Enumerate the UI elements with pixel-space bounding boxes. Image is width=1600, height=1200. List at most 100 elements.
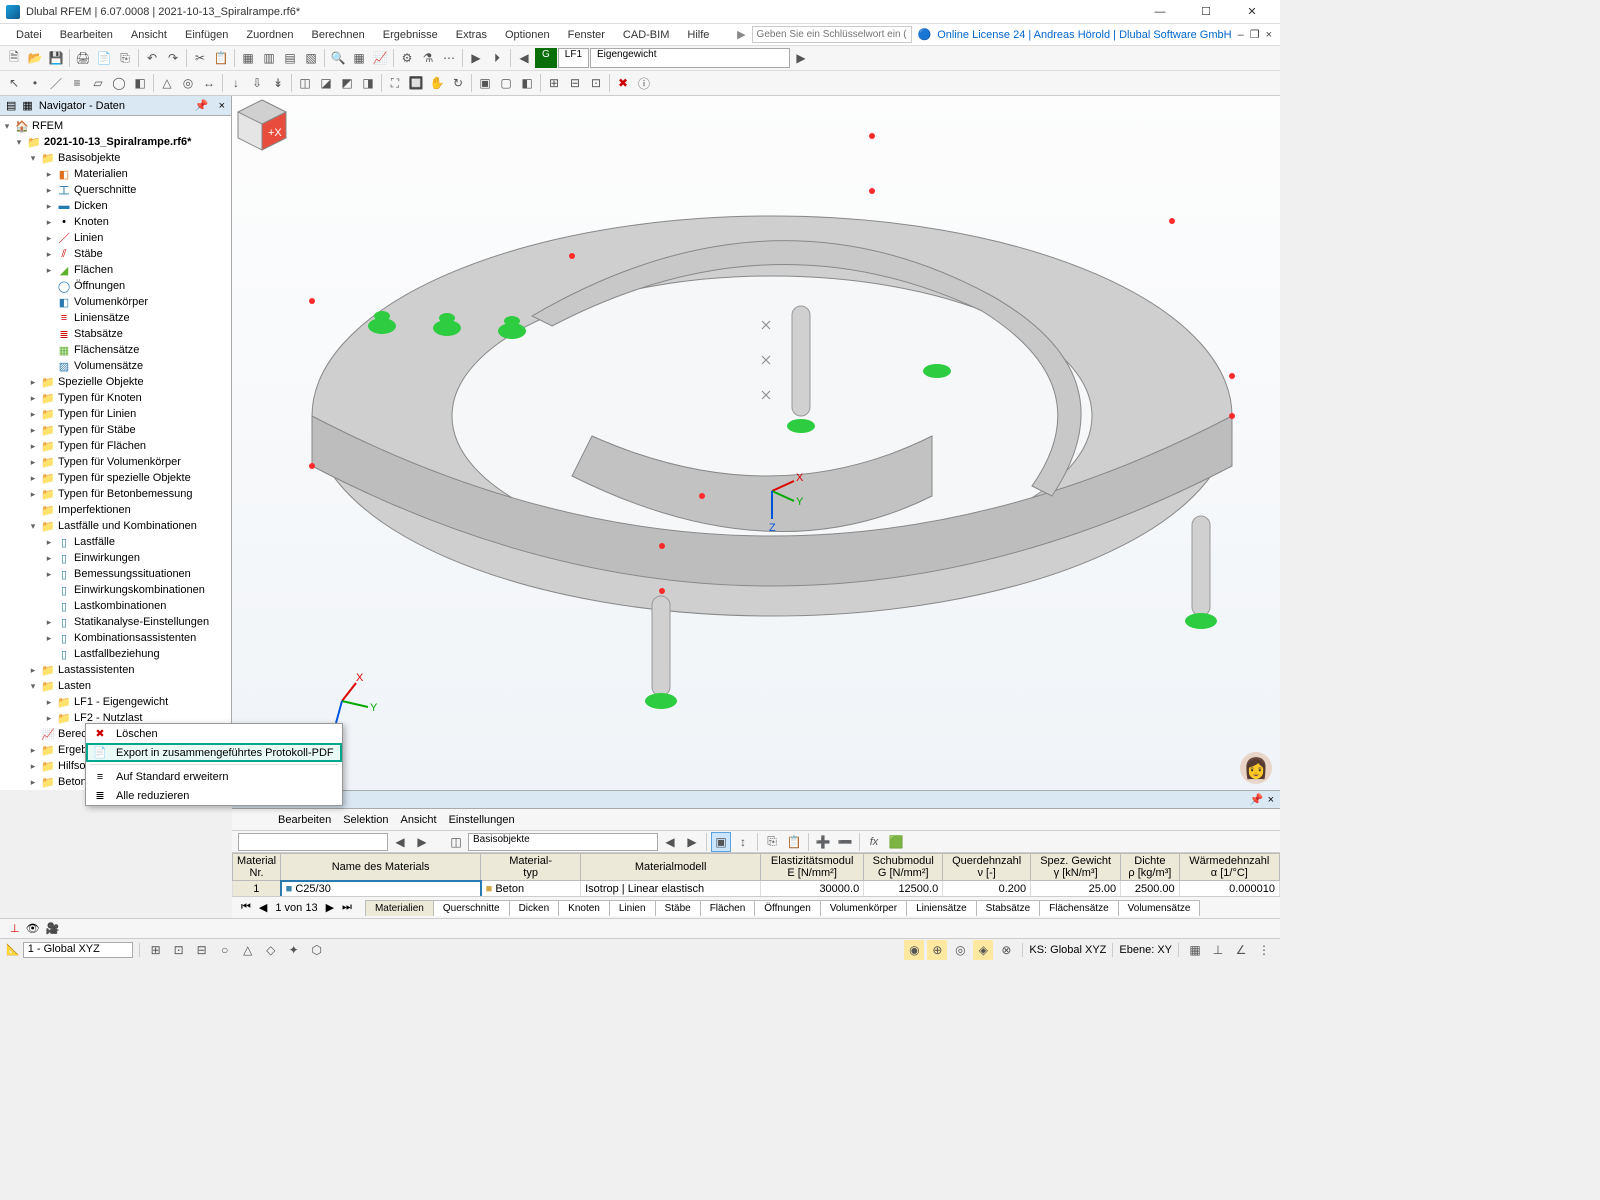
assistant-avatar[interactable]: 👩 xyxy=(1240,752,1272,784)
bt-paste-icon[interactable]: 📋 xyxy=(784,832,804,852)
bt-menu-edit[interactable]: Bearbeiten xyxy=(278,814,331,826)
opening-icon[interactable]: ◯ xyxy=(109,73,129,93)
table-icon[interactable]: ▦ xyxy=(349,48,369,68)
param-icon[interactable]: ⚙ xyxy=(397,48,417,68)
bt-menu-opts[interactable]: Einstellungen xyxy=(449,814,515,826)
pager-prev[interactable]: ◀ xyxy=(256,901,270,914)
snap6-icon[interactable]: ◇ xyxy=(261,940,281,960)
tab-liniensaetze[interactable]: Liniensätze xyxy=(906,900,977,916)
calcall-icon[interactable]: ⏵ xyxy=(487,48,507,68)
guide-icon[interactable]: ⋮ xyxy=(1254,940,1274,960)
bt-filter-icon[interactable]: ▣ xyxy=(711,832,731,852)
polar-icon[interactable]: ∠ xyxy=(1231,940,1251,960)
next-lf-icon[interactable]: ▶ xyxy=(791,48,811,68)
cm-collapse[interactable]: ≣Alle reduzieren xyxy=(86,786,342,805)
render3-icon[interactable]: ◧ xyxy=(517,73,537,93)
zoomwin-icon[interactable]: 🔲 xyxy=(406,73,426,93)
bt-copy-icon[interactable]: ⎘ xyxy=(762,832,782,852)
menu-cadbim[interactable]: CAD-BIM xyxy=(615,27,677,43)
bt-next2[interactable]: ▶ xyxy=(682,832,702,852)
win1-icon[interactable]: ▦ xyxy=(238,48,258,68)
eccentricity-icon[interactable]: ↔ xyxy=(199,73,219,93)
tab-flaechensaetze[interactable]: Flächensätze xyxy=(1039,900,1118,916)
table-close-icon[interactable]: × xyxy=(1268,794,1274,806)
data-grid[interactable]: MaterialNr. Name des Materials Material-… xyxy=(232,853,1280,896)
child-close[interactable]: × xyxy=(1266,29,1272,41)
solid-icon[interactable]: ◧ xyxy=(130,73,150,93)
viewz-icon[interactable]: ◩ xyxy=(337,73,357,93)
load3-icon[interactable]: ↡ xyxy=(268,73,288,93)
osnap2-icon[interactable]: ⊕ xyxy=(927,940,947,960)
zoomfit-icon[interactable]: ⛶ xyxy=(385,73,405,93)
opt-icon[interactable]: ⚗ xyxy=(418,48,438,68)
pager-last[interactable]: ⏭ xyxy=(339,901,355,914)
maximize-button[interactable]: ☐ xyxy=(1184,2,1228,22)
menu-datei[interactable]: Datei xyxy=(8,27,50,43)
protocol-icon[interactable]: 📄 xyxy=(94,48,114,68)
tab-stabsaetze[interactable]: Stabsätze xyxy=(976,900,1040,916)
save-icon[interactable]: 💾 xyxy=(46,48,66,68)
bt-menu-view[interactable]: Ansicht xyxy=(400,814,436,826)
redo-icon[interactable]: ↷ xyxy=(163,48,183,68)
tree-root[interactable]: RFEM xyxy=(32,120,63,132)
tab-querschnitte[interactable]: Querschnitte xyxy=(433,900,510,916)
new-icon[interactable]: 🗎 xyxy=(4,48,24,68)
keyword-search-input[interactable] xyxy=(752,26,912,43)
pin-icon[interactable]: 📌 xyxy=(191,99,213,112)
info-icon[interactable]: ⓘ xyxy=(634,73,654,93)
snap4-icon[interactable]: ○ xyxy=(215,940,235,960)
viewx-icon[interactable]: ◫ xyxy=(295,73,315,93)
tree-project[interactable]: 2021-10-13_Spiralrampe.rf6* xyxy=(44,136,191,148)
navigator-close-icon[interactable]: × xyxy=(219,100,225,112)
menu-berechnen[interactable]: Berechnen xyxy=(304,27,373,43)
menu-bearbeiten[interactable]: Bearbeiten xyxy=(52,27,121,43)
chart-icon[interactable]: 📈 xyxy=(370,48,390,68)
nav-tab-1-icon[interactable]: ▤ xyxy=(6,99,16,112)
child-restore[interactable]: ❐ xyxy=(1250,28,1260,41)
pager-first[interactable]: ⏮ xyxy=(238,901,254,914)
tab-materialien[interactable]: Materialien xyxy=(365,900,434,916)
model-viewport[interactable]: X Y Z X Y +X xyxy=(232,96,1280,790)
tab-flaechen[interactable]: Flächen xyxy=(700,900,756,916)
osnap4-icon[interactable]: ◈ xyxy=(973,940,993,960)
surface-icon[interactable]: ▱ xyxy=(88,73,108,93)
bt-combo1[interactable] xyxy=(238,833,388,851)
menu-extras[interactable]: Extras xyxy=(448,27,495,43)
tree-basis[interactable]: Basisobjekte xyxy=(58,152,120,164)
rotate-icon[interactable]: ↻ xyxy=(448,73,468,93)
tab-staebe[interactable]: Stäbe xyxy=(655,900,701,916)
tab-oeffnungen[interactable]: Öffnungen xyxy=(754,900,821,916)
menu-zuordnen[interactable]: Zuordnen xyxy=(238,27,301,43)
pan-icon[interactable]: ✋ xyxy=(427,73,447,93)
osnap5-icon[interactable]: ⊗ xyxy=(996,940,1016,960)
bt-insert-icon[interactable]: ➕ xyxy=(813,832,833,852)
select-icon[interactable]: ↖ xyxy=(4,73,24,93)
open-icon[interactable]: 📂 xyxy=(25,48,45,68)
load2-icon[interactable]: ⇩ xyxy=(247,73,267,93)
bt-fx-icon[interactable]: fx xyxy=(864,832,884,852)
copy-icon[interactable]: ⎘ xyxy=(115,48,135,68)
print-icon[interactable]: 🖨 xyxy=(73,48,93,68)
cm-export-pdf[interactable]: 📄Export in zusammengeführtes Protokoll-P… xyxy=(86,743,342,762)
snap3-icon[interactable]: ⊟ xyxy=(192,940,212,960)
tab-dicken[interactable]: Dicken xyxy=(509,900,560,916)
menu-hilfe[interactable]: Hilfe xyxy=(679,27,717,43)
misc-icon[interactable]: ⋯ xyxy=(439,48,459,68)
lf-selector[interactable]: LF1 xyxy=(558,48,589,68)
ortho-icon[interactable]: ⊥ xyxy=(1208,940,1228,960)
bt-excel-icon[interactable]: 🟩 xyxy=(886,832,906,852)
line-icon[interactable]: ／ xyxy=(46,73,66,93)
bt-icon1[interactable]: ◫ xyxy=(446,832,466,852)
delete-x-icon[interactable]: ✖ xyxy=(613,73,633,93)
table-pin-icon[interactable]: 📌 xyxy=(1250,793,1264,806)
snap8-icon[interactable]: ⬡ xyxy=(307,940,327,960)
win4-icon[interactable]: ▧ xyxy=(301,48,321,68)
bt-menu-sel[interactable]: Selektion xyxy=(343,814,388,826)
hinge-icon[interactable]: ◎ xyxy=(178,73,198,93)
render1-icon[interactable]: ▣ xyxy=(475,73,495,93)
win2-icon[interactable]: ▥ xyxy=(259,48,279,68)
member-icon[interactable]: ≡ xyxy=(67,73,87,93)
cs-combo[interactable]: 1 - Global XYZ xyxy=(23,942,133,958)
snap5-icon[interactable]: △ xyxy=(238,940,258,960)
camera-icon[interactable]: 🎥 xyxy=(46,922,60,935)
